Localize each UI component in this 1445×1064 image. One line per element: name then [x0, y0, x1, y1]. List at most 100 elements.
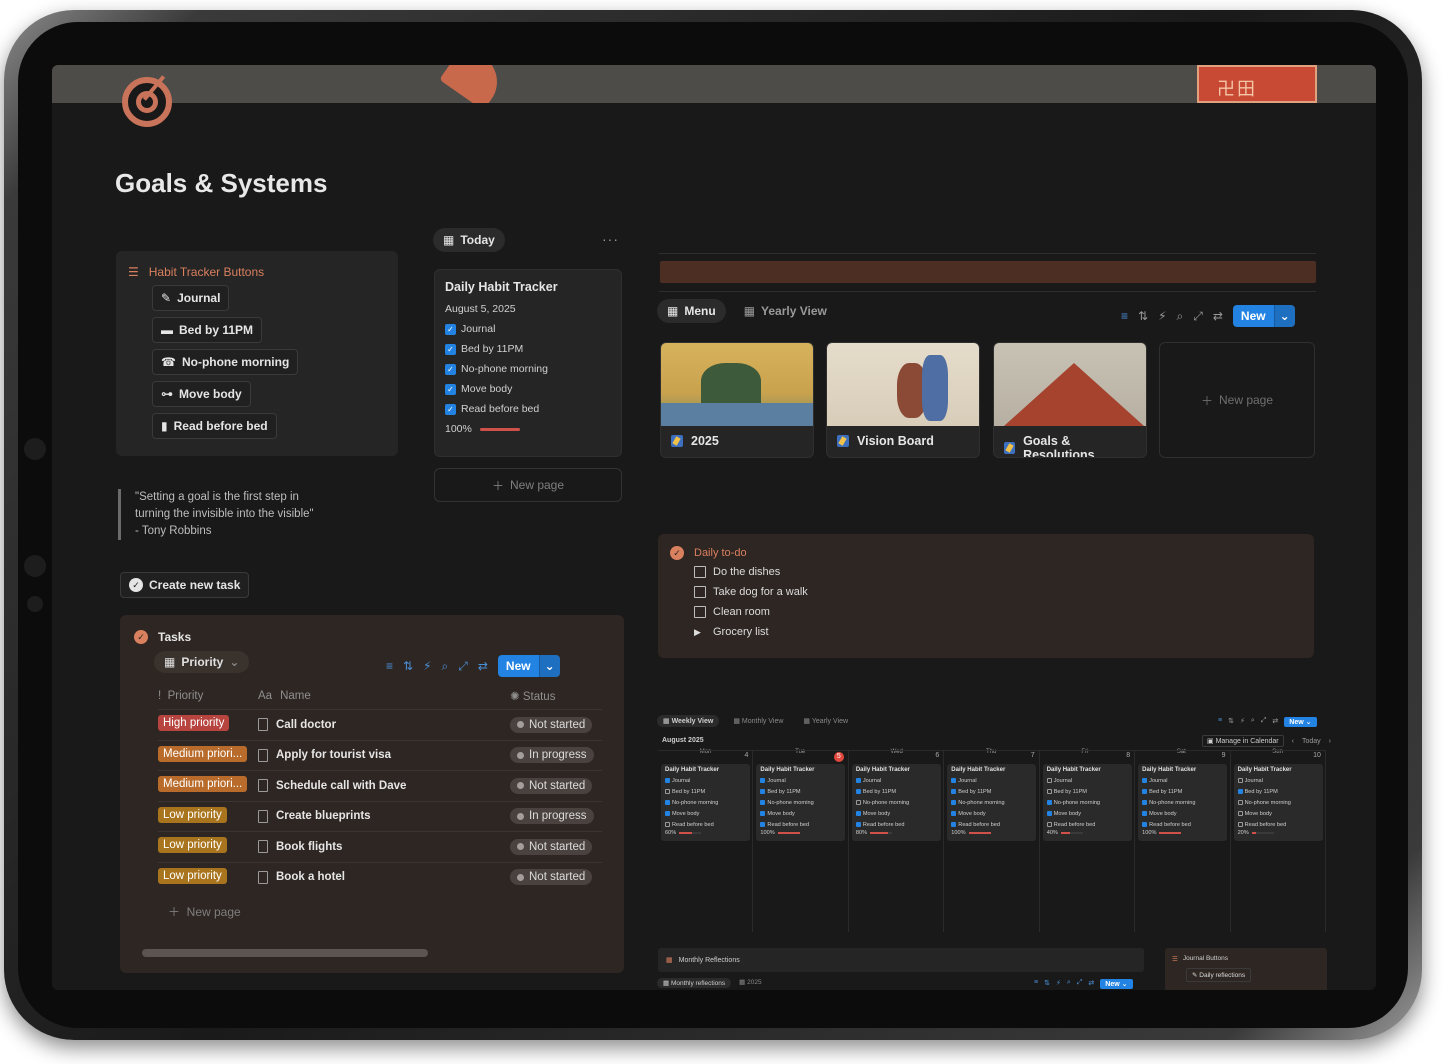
daily-habit-card[interactable]: Daily Habit Tracker Journal Bed by 11PM No-…	[851, 764, 941, 841]
status-badge[interactable]: Not started	[510, 777, 593, 794]
journal-button[interactable]: ✎ Journal	[152, 285, 230, 311]
habit-checkbox-row[interactable]: Bed by 11PM	[951, 786, 1032, 797]
tab-2025[interactable]: ▦ 2025	[739, 978, 761, 988]
daily-habit-card[interactable]: Daily Habit Tracker Journal Bed by 11PM No-…	[1233, 764, 1323, 841]
calendar-day[interactable]: 10 Daily Habit Tracker Journal Bed by 11PM N…	[1231, 751, 1326, 932]
checkbox[interactable]	[1142, 822, 1148, 827]
tab-weekly-view[interactable]: ▦ Weekly View	[657, 715, 720, 727]
bed-button[interactable]: ▬ Bed by 11PM	[152, 317, 263, 343]
habit-checkbox-row[interactable]: Move body	[760, 808, 841, 819]
habit-checkbox-row[interactable]: No-phone morning	[1142, 797, 1223, 808]
checkbox-checked[interactable]: ✓	[445, 323, 456, 335]
habit-checkbox-row[interactable]: Journal	[665, 775, 746, 786]
habit-checkbox-row[interactable]: Move body	[1046, 808, 1128, 819]
checkbox[interactable]	[694, 586, 706, 598]
checkbox[interactable]	[951, 811, 957, 816]
checkbox-checked[interactable]: ✓	[445, 403, 456, 415]
checkbox[interactable]	[1046, 778, 1052, 783]
table-row[interactable]: Low priority Book a hotel Not started	[158, 861, 602, 893]
tab-yearly-view[interactable]: ▦ Yearly View	[734, 299, 837, 323]
habit-checkbox-row[interactable]: Bed by 11PM	[1142, 786, 1223, 797]
chevron-right-icon[interactable]: ›	[1329, 738, 1331, 745]
read-button[interactable]: ▮ Read before bed	[152, 413, 277, 439]
checkbox[interactable]	[1142, 811, 1148, 816]
status-badge[interactable]: Not started	[510, 838, 593, 855]
sort-icon[interactable]: ⇅	[1044, 979, 1050, 989]
checkbox[interactable]	[951, 822, 957, 827]
habit-checkbox-row[interactable]: ✓ Bed by 11PM	[445, 343, 611, 355]
habit-checkbox-row[interactable]: Bed by 11PM	[1046, 786, 1128, 797]
expand-icon[interactable]: ⤢	[1261, 717, 1267, 727]
task-name[interactable]: Apply for tourist visa	[276, 749, 391, 761]
filter-icon[interactable]: ≡	[1034, 979, 1038, 989]
daily-habit-card[interactable]: Daily Habit Tracker Journal Bed by 11PM No-…	[661, 764, 750, 841]
checkbox[interactable]	[694, 566, 706, 578]
gallery-card-goals[interactable]: Goals & Resolutions	[993, 342, 1147, 458]
checkbox[interactable]	[694, 606, 706, 618]
habit-checkbox-row[interactable]: ✓ No-phone morning	[445, 363, 611, 375]
habit-checkbox-row[interactable]: Read before bed	[665, 819, 746, 830]
status-badge[interactable]: In progress	[510, 808, 594, 825]
create-task-button[interactable]: ✓ Create new task	[120, 572, 250, 598]
checkbox[interactable]	[1046, 789, 1052, 794]
manage-in-calendar-button[interactable]: ▣ Manage in Calendar	[1202, 735, 1284, 747]
habit-checkbox-row[interactable]: Journal	[1046, 775, 1128, 786]
settings-icon[interactable]: ⇄	[1213, 309, 1223, 323]
filter-icon[interactable]: ≡	[1218, 717, 1222, 727]
checkbox[interactable]	[665, 789, 670, 794]
calendar-day[interactable]: 9 Daily Habit Tracker Journal Bed by 11PM No…	[1135, 751, 1231, 932]
habit-checkbox-row[interactable]: Move body	[1237, 808, 1319, 819]
habit-checkbox-row[interactable]: Read before bed	[1142, 819, 1223, 830]
checkbox[interactable]	[760, 778, 766, 783]
daily-habit-card[interactable]: Daily Habit Tracker Journal Bed by 11PM No-…	[756, 764, 846, 841]
habit-checkbox-row[interactable]: No-phone morning	[951, 797, 1032, 808]
checkbox[interactable]	[855, 800, 861, 805]
status-badge[interactable]: Not started	[510, 716, 593, 733]
target-icon[interactable]	[122, 77, 172, 127]
habit-checkbox-row[interactable]: Bed by 11PM	[1237, 786, 1319, 797]
task-name[interactable]: Call doctor	[276, 719, 336, 731]
habit-checkbox-row[interactable]: Read before bed	[855, 819, 937, 830]
checkbox[interactable]	[760, 822, 766, 827]
column-status[interactable]: ✺ Status	[510, 689, 602, 703]
habit-checkbox-row[interactable]: No-phone morning	[1046, 797, 1128, 808]
task-name[interactable]: Create blueprints	[276, 810, 371, 822]
daily-habit-card[interactable]: Daily Habit Tracker Journal Bed by 11PM No-…	[1138, 764, 1228, 841]
checkbox[interactable]	[1237, 822, 1243, 827]
habit-checkbox-row[interactable]: Move body	[951, 808, 1032, 819]
settings-icon[interactable]: ⇄	[1272, 717, 1278, 727]
table-row[interactable]: High priority Call doctor Not started	[158, 709, 602, 740]
sort-icon[interactable]: ⇅	[1228, 717, 1234, 727]
view-tab-today[interactable]: ▦ Today	[433, 228, 505, 252]
todo-item[interactable]: Do the dishes	[694, 566, 1302, 578]
settings-icon[interactable]: ⇄	[478, 659, 488, 673]
checkbox[interactable]	[855, 778, 861, 783]
habit-checkbox-row[interactable]: Read before bed	[951, 819, 1032, 830]
checkbox[interactable]	[1237, 778, 1243, 783]
automation-icon[interactable]: ⚡	[423, 659, 431, 673]
priority-tag[interactable]: Low priority	[158, 867, 227, 884]
calendar-day[interactable]: 8 Daily Habit Tracker Journal Bed by 11PM No…	[1040, 751, 1136, 932]
table-row[interactable]: Low priority Book flights Not started	[158, 831, 602, 862]
checkbox[interactable]	[665, 778, 670, 783]
no-phone-button[interactable]: ☎ No-phone morning	[152, 349, 299, 375]
status-badge[interactable]: In progress	[510, 747, 594, 764]
settings-icon[interactable]: ⇄	[1088, 979, 1094, 989]
filter-icon[interactable]: ≡	[1121, 309, 1128, 323]
reflections-title[interactable]: Monthly Reflections	[679, 957, 740, 964]
chevron-down-icon[interactable]: ⌄	[1273, 305, 1295, 327]
habit-checkbox-row[interactable]: Bed by 11PM	[855, 786, 937, 797]
calendar-day[interactable]: 7 Daily Habit Tracker Journal Bed by 11PM No…	[944, 751, 1040, 932]
checkbox-checked[interactable]: ✓	[445, 363, 456, 375]
automation-icon[interactable]: ⚡	[1056, 979, 1061, 989]
habit-checkbox-row[interactable]: ✓ Read before bed	[445, 403, 611, 415]
chevron-down-icon[interactable]: ⌄	[538, 655, 560, 677]
checkbox[interactable]	[1046, 822, 1052, 827]
search-icon[interactable]: ⌕	[442, 659, 449, 674]
checkbox[interactable]	[1237, 811, 1243, 816]
column-name[interactable]: Aa Name	[258, 690, 510, 702]
habit-checkbox-row[interactable]: ✓ Move body	[445, 383, 611, 395]
search-icon[interactable]: ⌕	[1067, 979, 1071, 989]
calendar-day[interactable]: 6 Daily Habit Tracker Journal Bed by 11PM No…	[849, 751, 945, 932]
habit-checkbox-row[interactable]: Journal	[951, 775, 1032, 786]
